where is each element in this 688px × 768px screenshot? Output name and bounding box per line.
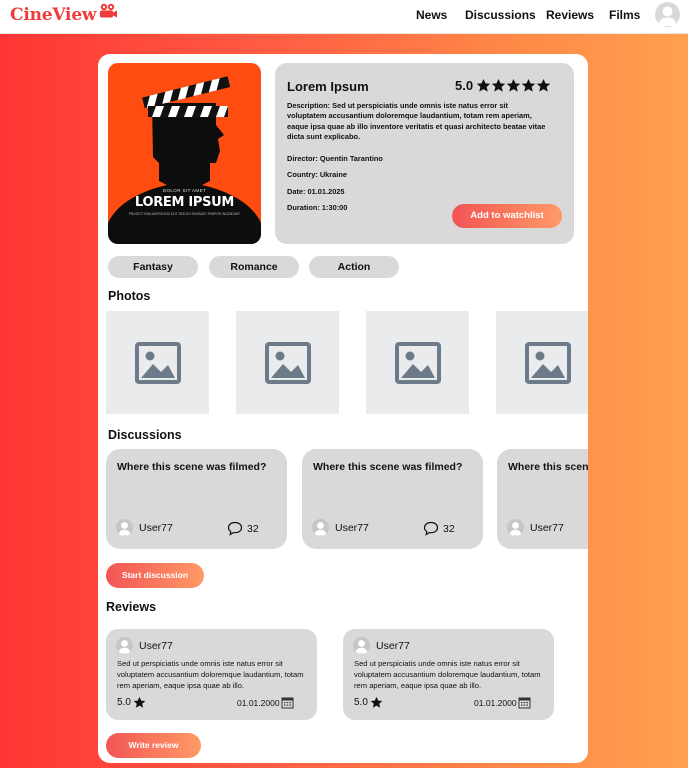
- discussion-username: User77: [530, 521, 564, 534]
- review-card[interactable]: User77 Sed ut perspiciatis unde omnis is…: [106, 629, 317, 720]
- film-details-panel: DOLOR SIT AMET LOREM IPSUM PROJECT EAN A…: [98, 54, 588, 763]
- movie-description: Description: Sed ut perspiciatis unde om…: [287, 101, 546, 141]
- star-icon: [133, 696, 146, 708]
- rating-value: 5.0: [455, 78, 474, 93]
- review-text: Sed ut perspiciatis unde omnis iste natu…: [117, 659, 304, 690]
- photo-placeholder[interactable]: [106, 311, 209, 414]
- discussion-username: User77: [139, 521, 173, 534]
- write-review-button[interactable]: Write review: [106, 733, 201, 758]
- review-score: 5.0: [354, 696, 383, 709]
- star-icon: [491, 78, 506, 92]
- poster-footer-text: PROJECT EAN ADIPISCING ELIT SED DO EIUSM…: [128, 212, 241, 216]
- discussion-author: User77: [116, 519, 173, 536]
- comment-count-value: 32: [247, 522, 259, 535]
- user-avatar-icon: [116, 519, 133, 536]
- film-camera-icon: [100, 3, 118, 18]
- user-icon: [658, 6, 677, 26]
- discussion-title: Where this scene was filmed?: [313, 461, 463, 473]
- movie-country: Country: Ukraine: [287, 170, 347, 179]
- logo-text: CineView: [10, 5, 97, 25]
- calendar-icon: [281, 697, 294, 709]
- rating-stars: [476, 78, 551, 93]
- calendar-icon: [518, 697, 531, 709]
- genre-tag-fantasy[interactable]: Fantasy: [108, 256, 198, 278]
- star-icon: [506, 78, 521, 92]
- star-icon: [370, 696, 383, 708]
- user-avatar-icon: [312, 519, 329, 536]
- image-placeholder-icon: [524, 341, 571, 384]
- review-date-value: 01.01.2000: [474, 697, 517, 708]
- review-date: 01.01.2000: [237, 696, 294, 709]
- poster-small-text: DOLOR SIT AMET: [162, 188, 207, 193]
- comment-icon: [227, 521, 243, 536]
- review-date: 01.01.2000: [474, 696, 531, 709]
- discussion-card[interactable]: Where this scene was filmed? User77: [497, 449, 588, 549]
- review-score: 5.0: [117, 696, 146, 709]
- discussion-author: User77: [312, 519, 369, 536]
- genre-tag-romance[interactable]: Romance: [209, 256, 299, 278]
- image-placeholder-icon: [264, 341, 311, 384]
- start-discussion-button[interactable]: Start discussion: [106, 563, 204, 588]
- movie-title: Lorem Ipsum: [287, 79, 369, 94]
- reviews-heading: Reviews: [106, 600, 157, 614]
- nav-reviews-link[interactable]: Reviews: [546, 8, 594, 22]
- genre-tag-action[interactable]: Action: [309, 256, 399, 278]
- review-username: User77: [139, 639, 173, 652]
- discussion-card[interactable]: Where this scene was filmed? User77 32: [302, 449, 483, 549]
- image-placeholder-icon: [134, 341, 181, 384]
- comment-count-value: 32: [443, 522, 455, 535]
- user-avatar-icon: [353, 637, 370, 654]
- movie-director: Director: Quentin Tarantino: [287, 154, 383, 163]
- add-to-watchlist-button[interactable]: Add to watchlist: [452, 204, 562, 228]
- movie-rating: 5.0: [455, 78, 551, 93]
- review-score-value: 5.0: [354, 697, 368, 708]
- discussions-heading: Discussions: [108, 428, 182, 442]
- user-avatar-icon: [507, 519, 524, 536]
- review-author: User77: [353, 637, 410, 654]
- star-icon: [476, 78, 491, 92]
- comment-icon: [423, 521, 439, 536]
- movie-duration: Duration: 1:30:00: [287, 203, 348, 212]
- photos-heading: Photos: [108, 289, 151, 303]
- photo-placeholder[interactable]: [496, 311, 588, 414]
- review-author: User77: [116, 637, 173, 654]
- movie-poster: DOLOR SIT AMET LOREM IPSUM PROJECT EAN A…: [108, 63, 261, 244]
- photo-placeholder[interactable]: [236, 311, 339, 414]
- nav-discussions-link[interactable]: Discussions: [465, 8, 536, 22]
- review-card[interactable]: User77 Sed ut perspiciatis unde omnis is…: [343, 629, 554, 720]
- user-avatar[interactable]: [655, 2, 680, 27]
- top-navbar: CineView News Discussions Reviews Films: [0, 0, 688, 34]
- review-text: Sed ut perspiciatis unde omnis iste natu…: [354, 659, 541, 690]
- discussion-title: Where this scene was filmed?: [508, 461, 588, 473]
- poster-illustration: [108, 76, 261, 244]
- comment-count: 32: [227, 521, 259, 536]
- star-icon: [521, 78, 536, 92]
- discussion-title: Where this scene was filmed?: [117, 461, 267, 473]
- comment-count: 32: [423, 521, 455, 536]
- nav-news-link[interactable]: News: [416, 8, 447, 22]
- photo-placeholder[interactable]: [366, 311, 469, 414]
- user-avatar-icon: [116, 637, 133, 654]
- discussion-username: User77: [335, 521, 369, 534]
- review-score-value: 5.0: [117, 697, 131, 708]
- discussion-card[interactable]: Where this scene was filmed? User77 32: [106, 449, 287, 549]
- poster-title: LOREM IPSUM: [134, 195, 235, 210]
- image-placeholder-icon: [394, 341, 441, 384]
- movie-info-card: Lorem Ipsum 5.0 Description: Sed ut pers…: [275, 63, 574, 244]
- logo[interactable]: CineView: [10, 3, 118, 25]
- movie-date: Date: 01.01.2025: [287, 187, 345, 196]
- review-username: User77: [376, 639, 410, 652]
- nav-films-link[interactable]: Films: [609, 8, 640, 22]
- star-icon: [536, 78, 551, 92]
- review-date-value: 01.01.2000: [237, 697, 280, 708]
- discussion-author: User77: [507, 519, 564, 536]
